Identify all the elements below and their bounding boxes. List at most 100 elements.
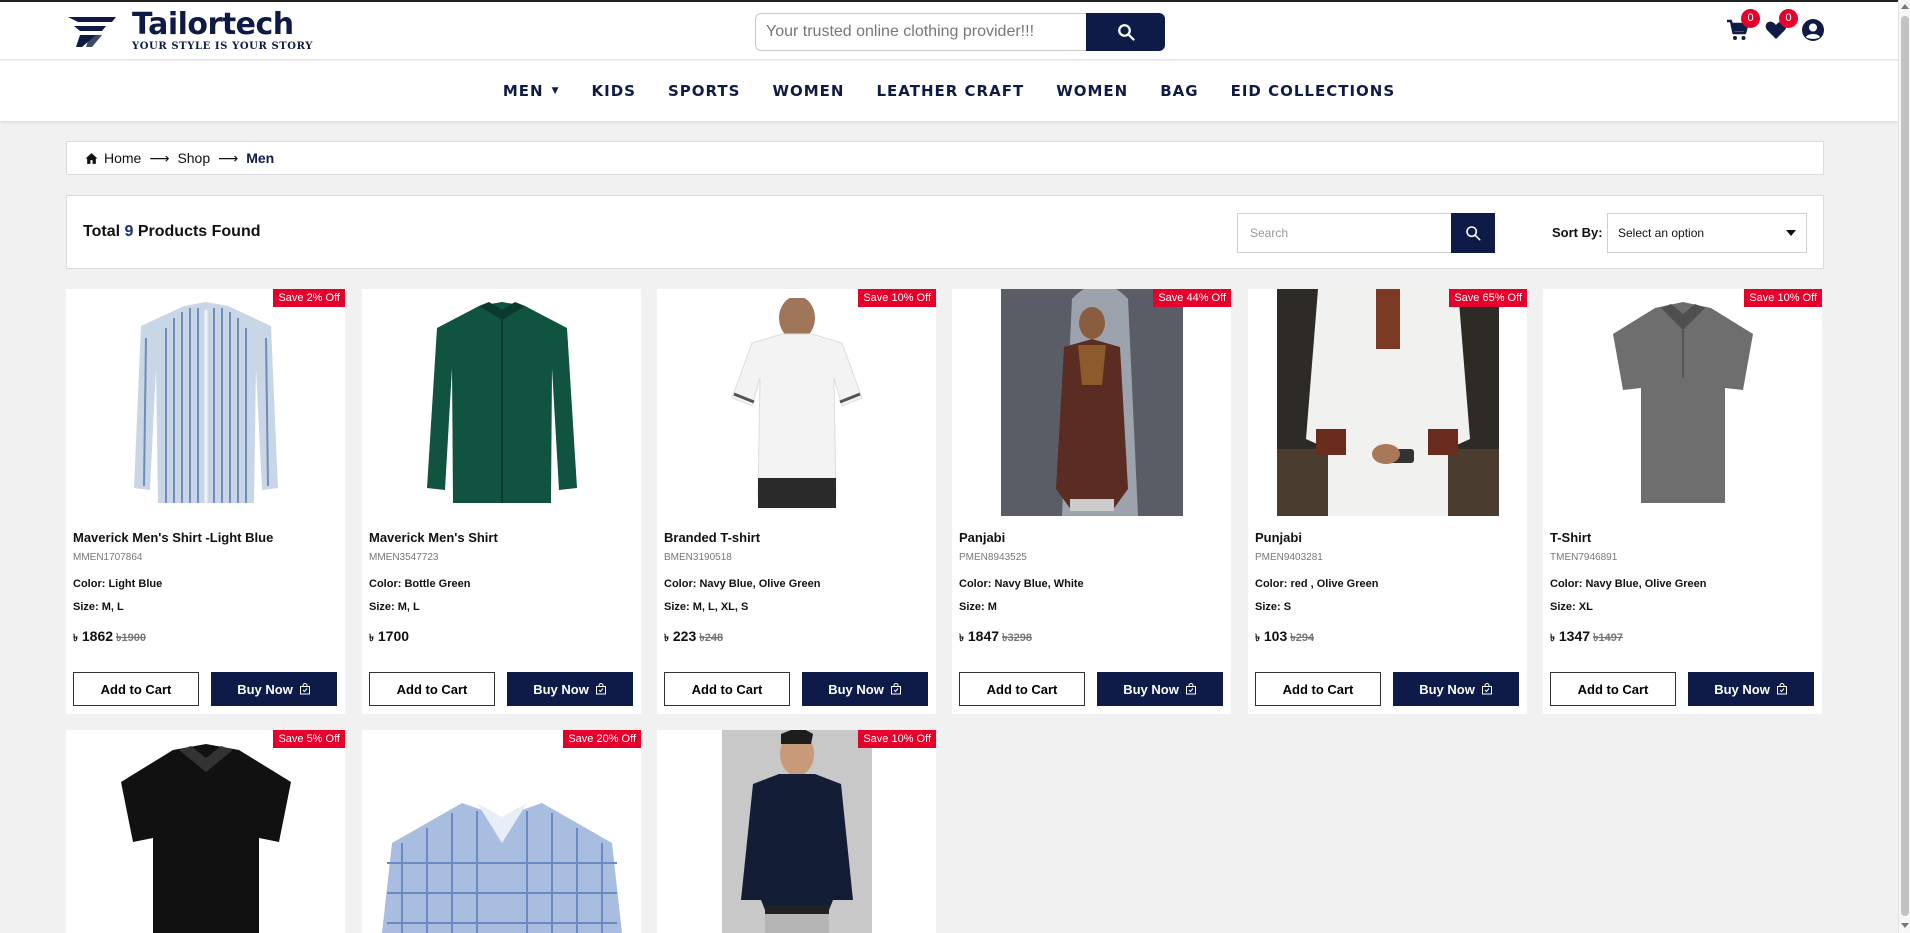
scroll-down-arrow-icon[interactable] — [1901, 923, 1909, 928]
logo-mark-icon — [68, 17, 116, 47]
product-code: MMEN1707864 — [73, 552, 143, 563]
nav-item-men[interactable]: MEN ▼ — [503, 82, 560, 100]
shopping-bag-icon — [890, 683, 901, 695]
product-image[interactable] — [1248, 289, 1527, 516]
product-image[interactable] — [66, 730, 345, 933]
product-name[interactable]: Branded T-shirt — [664, 530, 760, 545]
search-icon — [1466, 226, 1481, 241]
nav-item-women[interactable]: WOMEN — [772, 82, 844, 100]
current-price: 1700 — [377, 628, 410, 644]
buy-now-button[interactable]: Buy Now — [211, 672, 337, 706]
nav-item-bag[interactable]: BAG — [1160, 82, 1198, 100]
product-card[interactable]: Save 65% Off Punjabi PMEN9403281 Color: … — [1248, 289, 1527, 714]
product-image[interactable] — [952, 289, 1231, 516]
buy-now-button[interactable]: Buy Now — [802, 672, 928, 706]
user-icon — [1802, 19, 1824, 41]
add-to-cart-button[interactable]: Add to Cart — [1255, 672, 1381, 706]
product-price: ৳ 103 ৳294 — [1255, 628, 1314, 648]
shopping-bag-icon — [1776, 683, 1787, 695]
sort-select[interactable]: Select an option — [1607, 213, 1807, 253]
buy-now-label: Buy Now — [1419, 681, 1475, 697]
buy-now-button[interactable]: Buy Now — [1393, 672, 1519, 706]
product-card[interactable]: Save 10% Off T-Shirt TMEN7946891 Color: … — [1543, 289, 1822, 714]
nav-item-eid-collections[interactable]: EID COLLECTIONS — [1231, 82, 1396, 100]
nav-item-leather-craft[interactable]: LEATHER CRAFT — [876, 82, 1024, 100]
buy-now-label: Buy Now — [1714, 681, 1770, 697]
arrow-right-icon: ⟶ — [218, 149, 239, 166]
product-card[interactable]: Save 2% Off Maverick Men's Shirt -Light … — [66, 289, 345, 714]
product-name[interactable]: Panjabi — [959, 530, 1005, 545]
site-header: Tailortech YOUR STYLE IS YOUR STORY 0 — [0, 2, 1910, 60]
nav-item-sports[interactable]: SPORTS — [668, 82, 740, 100]
product-search-input[interactable] — [1237, 213, 1451, 253]
account-button[interactable] — [1801, 18, 1825, 47]
product-name[interactable]: Maverick Men's Shirt -Light Blue — [73, 530, 273, 545]
nav-item-kids[interactable]: KIDS — [592, 82, 636, 100]
scroll-up-arrow-icon[interactable] — [1901, 4, 1909, 9]
product-image[interactable] — [1543, 289, 1822, 516]
buy-now-label: Buy Now — [828, 681, 884, 697]
product-name[interactable]: T-Shirt — [1550, 530, 1591, 545]
chevron-down-icon: ▼ — [551, 86, 560, 96]
product-card[interactable]: Save 5% Off — [66, 730, 345, 933]
currency-symbol: ৳ — [1550, 633, 1555, 644]
product-color: Color: Light Blue — [73, 578, 163, 590]
discount-badge: Save 65% Off — [1449, 289, 1527, 307]
buy-now-button[interactable]: Buy Now — [1097, 672, 1223, 706]
product-card[interactable]: Save 44% Off Panjabi PMEN8943525 Color: … — [952, 289, 1231, 714]
product-image[interactable] — [657, 730, 936, 933]
breadcrumb: Home ⟶ Shop ⟶ Men — [66, 141, 1824, 175]
product-search-button[interactable] — [1451, 213, 1495, 253]
product-card[interactable]: Save 10% Off Branded T-shirt BMEN3190518… — [657, 289, 936, 714]
product-price: ৳ 1862 ৳1900 — [73, 628, 146, 648]
buy-now-button[interactable]: Buy Now — [507, 672, 633, 706]
product-code: TMEN7946891 — [1550, 552, 1618, 563]
product-name[interactable]: Maverick Men's Shirt — [369, 530, 498, 545]
header-search-button[interactable] — [1086, 13, 1165, 51]
product-color: Color: red , Olive Green — [1255, 578, 1379, 590]
breadcrumb-shop[interactable]: Shop — [177, 150, 210, 166]
add-to-cart-button[interactable]: Add to Cart — [369, 672, 495, 706]
breadcrumb-home[interactable]: Home — [104, 150, 141, 166]
add-to-cart-button[interactable]: Add to Cart — [1550, 672, 1676, 706]
buy-now-label: Buy Now — [1123, 681, 1179, 697]
add-to-cart-button[interactable]: Add to Cart — [73, 672, 199, 706]
product-image[interactable] — [362, 289, 641, 516]
product-card[interactable]: Save 20% Off — [362, 730, 641, 933]
old-price: 1900 — [121, 632, 146, 644]
product-price: ৳ 1847 ৳3298 — [959, 628, 1032, 648]
buy-now-label: Buy Now — [237, 681, 293, 697]
product-price: ৳ 1347 ৳1497 — [1550, 628, 1623, 648]
product-image[interactable] — [66, 289, 345, 516]
product-size: Size: M, L, XL, S — [664, 601, 749, 613]
product-search — [1237, 213, 1495, 253]
discount-badge: Save 10% Off — [858, 730, 936, 748]
product-size: Size: XL — [1550, 601, 1593, 613]
discount-badge: Save 20% Off — [563, 730, 641, 748]
current-price: 1847 — [967, 628, 1000, 644]
buy-now-button[interactable]: Buy Now — [1688, 672, 1814, 706]
wishlist-button[interactable]: 0 — [1764, 9, 1798, 47]
product-card[interactable]: Maverick Men's Shirt MMEN3547723 Color: … — [362, 289, 641, 714]
cart-button[interactable]: 0 — [1726, 9, 1760, 47]
nav-item-women-2[interactable]: WOMEN — [1056, 82, 1128, 100]
discount-badge: Save 44% Off — [1153, 289, 1231, 307]
scrollbar-thumb[interactable] — [1901, 16, 1909, 916]
logo-name: Tailortech — [132, 7, 294, 42]
currency-symbol: ৳ — [73, 633, 78, 644]
header-search — [755, 13, 1165, 51]
product-name[interactable]: Punjabi — [1255, 530, 1302, 545]
product-image[interactable] — [362, 730, 641, 933]
total-count: 9 — [124, 223, 134, 240]
product-card[interactable]: Save 10% Off — [657, 730, 936, 933]
header-search-input[interactable] — [755, 13, 1086, 51]
product-color: Color: Navy Blue, Olive Green — [664, 578, 821, 590]
page-scrollbar[interactable] — [1898, 0, 1910, 933]
discount-badge: Save 2% Off — [273, 289, 345, 307]
logo[interactable]: Tailortech YOUR STYLE IS YOUR STORY — [66, 10, 313, 52]
add-to-cart-button[interactable]: Add to Cart — [664, 672, 790, 706]
add-to-cart-button[interactable]: Add to Cart — [959, 672, 1085, 706]
home-icon — [85, 152, 98, 164]
product-image[interactable] — [657, 289, 936, 516]
old-price: 294 — [1295, 632, 1315, 644]
